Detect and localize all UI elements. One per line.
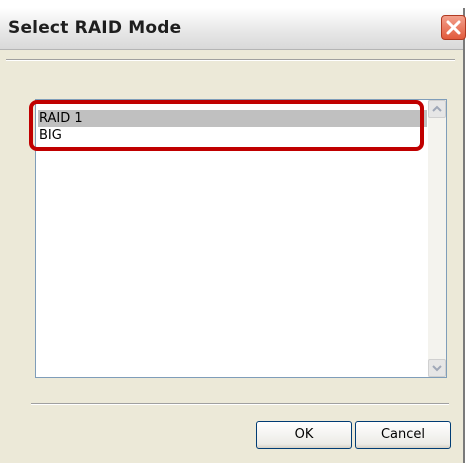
raid-mode-list[interactable]: RAID 1 BIG [35,99,447,378]
list-item-big[interactable]: BIG [38,127,427,144]
top-divider [6,59,455,61]
chevron-down-icon [432,365,442,372]
cancel-button[interactable]: Cancel [355,421,451,449]
vertical-scrollbar[interactable] [428,100,446,377]
scroll-down-button[interactable] [428,359,446,377]
close-icon [446,20,461,35]
list-item-raid1[interactable]: RAID 1 [38,110,427,127]
chevron-up-icon [432,105,442,112]
bottom-divider [31,403,449,405]
title-bar[interactable]: Select RAID Mode [0,8,463,50]
scroll-up-button[interactable] [428,100,446,118]
ok-button[interactable]: OK [256,421,352,449]
dialog-title: Select RAID Mode [8,18,182,38]
close-button[interactable] [441,15,466,40]
background-strip [0,0,475,8]
